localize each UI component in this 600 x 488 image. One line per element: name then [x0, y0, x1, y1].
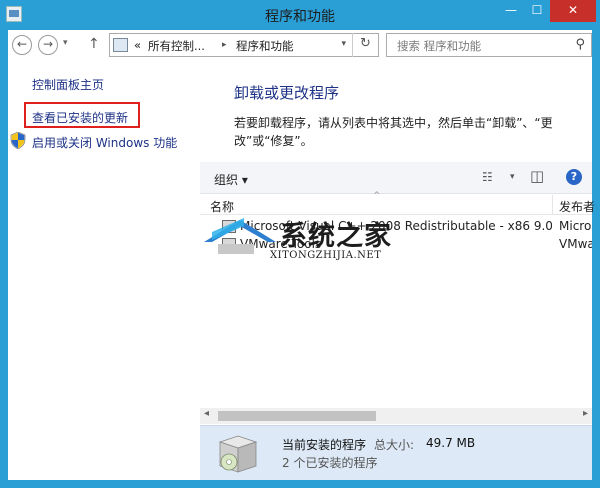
view-installed-updates-link[interactable]: 查看已安装的更新 [32, 109, 128, 126]
recent-locations-chevron-icon[interactable]: ▾ [63, 38, 68, 48]
title-bar[interactable]: 程序和功能 — ☐ ✕ [0, 0, 600, 30]
search-placeholder: 搜索 程序和功能 [397, 39, 482, 53]
view-options-icon[interactable]: ☷ [482, 170, 493, 186]
details-pane: 当前安装的程序 总大小: 49.7 MB 2 个已安装的程序 [200, 425, 592, 480]
up-button[interactable]: ↑ [88, 36, 100, 52]
watermark-url: XITONGZHIJIA.NET [270, 250, 382, 261]
help-icon[interactable]: ? [566, 169, 582, 185]
refresh-button[interactable]: ↻ [352, 33, 378, 57]
column-divider[interactable] [552, 195, 553, 215]
content-area: 控制面板主页 查看已安装的更新 启用或关闭 Windows 功能 卸载或更改程序… [8, 62, 595, 480]
maximize-button[interactable]: ☐ [524, 0, 550, 22]
scroll-right-icon[interactable]: ▸ [583, 408, 588, 419]
scroll-left-icon[interactable]: ◂ [204, 408, 209, 419]
installed-count: 2 个已安装的程序 [282, 456, 378, 470]
watermark-house-icon [204, 218, 276, 254]
watermark-name: 系统之家 [280, 221, 392, 252]
scrollbar-thumb[interactable] [218, 411, 376, 421]
navigation-bar: ← → ▾ ↑ « 所有控制... ▸ 程序和功能 ▾ ↻ 搜索 程序和功能 ⚲ [8, 30, 592, 62]
column-header-publisher[interactable]: 发布者 [559, 198, 595, 215]
windows-features-link[interactable]: 启用或关闭 Windows 功能 [32, 134, 177, 151]
address-overflow[interactable]: « [134, 38, 141, 52]
preview-pane-icon[interactable]: ◫ [530, 167, 544, 185]
control-panel-home-link[interactable]: 控制面板主页 [32, 76, 104, 93]
minimize-button[interactable]: — [498, 0, 524, 22]
view-options-chevron-icon[interactable]: ▾ [510, 172, 515, 188]
total-size-value: 49.7 MB [426, 436, 476, 450]
sidebar: 控制面板主页 查看已安装的更新 启用或关闭 Windows 功能 [8, 62, 200, 480]
window: 程序和功能 — ☐ ✕ ← → ▾ ↑ « 所有控制... ▸ 程序和功能 ▾ … [0, 0, 600, 488]
total-size-label: 总大小: [374, 438, 415, 452]
program-publisher: Micros [559, 219, 592, 233]
page-title: 卸载或更改程序 [234, 84, 340, 102]
back-button[interactable]: ← [12, 35, 32, 55]
close-button[interactable]: ✕ [550, 0, 596, 22]
shield-icon [10, 132, 26, 149]
search-icon[interactable]: ⚲ [575, 37, 585, 52]
search-input[interactable]: 搜索 程序和功能 ⚲ [386, 33, 592, 57]
organize-menu-button[interactable]: 组织 ▾ [214, 171, 248, 188]
control-panel-icon [113, 38, 128, 52]
main-pane: 卸载或更改程序 若要卸载程序，请从列表中将其选中，然后单击“卸载”、“更改”或“… [200, 62, 595, 480]
program-publisher: VMwa [559, 237, 592, 251]
address-bar[interactable]: « 所有控制... ▸ 程序和功能 ▾ [109, 33, 379, 57]
page-description: 若要卸载程序，请从列表中将其选中，然后单击“卸载”、“更改”或“修复”。 [234, 116, 553, 148]
installed-programs-icon [218, 435, 258, 473]
horizontal-scrollbar[interactable]: ◂ ▸ [200, 408, 592, 424]
sort-indicator-icon: ^ [373, 191, 381, 201]
address-dropdown-icon[interactable]: ▾ [341, 39, 346, 49]
breadcrumb-separator-icon[interactable]: ▸ [222, 40, 227, 50]
watermark-logo: 系统之家 XITONGZHIJIA.NET [200, 212, 410, 268]
forward-button[interactable]: → [38, 35, 58, 55]
details-label: 当前安装的程序 [282, 438, 367, 452]
breadcrumb-item[interactable]: 程序和功能 [236, 38, 294, 54]
command-bar: 组织 ▾ ☷ ▾ ◫ ? [200, 162, 592, 194]
breadcrumb-item[interactable]: 所有控制... [148, 38, 205, 54]
